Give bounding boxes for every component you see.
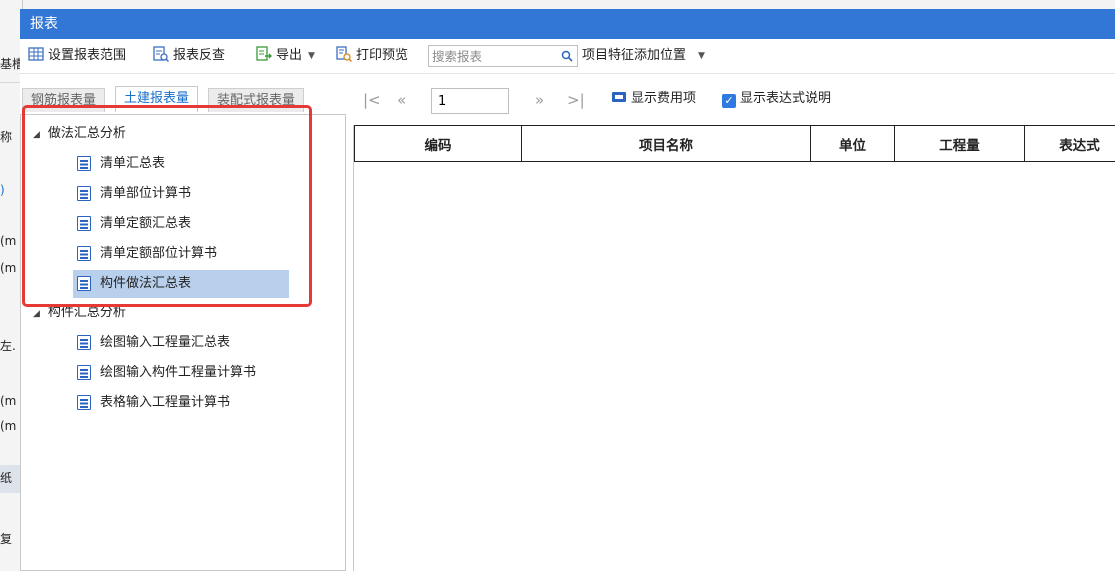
report-search-icon <box>153 46 169 62</box>
table-header-row: 编码 项目名称 单位 工程量 表达式 <box>354 125 1115 162</box>
show-fee-items-toggle[interactable]: 显示费用项 <box>611 89 696 109</box>
bg-fragment: (m <box>0 261 17 275</box>
report-doc-icon <box>77 276 91 291</box>
tree-item-label: 绘图输入工程量汇总表 <box>100 335 231 350</box>
tab-civil-report[interactable]: 土建报表量 <box>115 86 199 112</box>
bg-fragment: ) <box>0 183 5 197</box>
feature-position-label: 项目特征添加位置 <box>582 48 687 63</box>
tab-label: 土建报表量 <box>124 91 190 107</box>
report-doc-icon <box>77 365 91 380</box>
first-page-button[interactable]: |< <box>363 90 381 110</box>
tree-item-label: 绘图输入构件工程量计算书 <box>100 365 257 380</box>
reverse-check-button[interactable]: 报表反查 <box>153 46 225 66</box>
tree-item-bill-quota-location-calc[interactable]: 清单定额部位计算书 <box>73 240 289 268</box>
bg-fragment: 称 <box>0 130 13 144</box>
tree-item-label: 清单定额汇总表 <box>100 216 192 231</box>
report-doc-icon <box>77 186 91 201</box>
last-page-button[interactable]: >| <box>567 90 585 110</box>
print-preview-label: 打印预览 <box>356 48 409 63</box>
report-tree: ◢ 做法汇总分析 清单汇总表 清单部位计算书 清单定额汇总表 清单定额部位计算书 … <box>20 114 346 571</box>
tab-label: 装配式报表量 <box>217 93 296 108</box>
fee-items-icon <box>612 92 626 102</box>
prev-page-button[interactable]: « <box>397 90 406 110</box>
show-expression-desc-label: 显示表达式说明 <box>740 91 832 106</box>
tree-group-method-summary[interactable]: ◢ 做法汇总分析 <box>33 123 126 145</box>
export-button[interactable]: 导出 ▼ <box>256 46 315 66</box>
tree-item-bill-summary[interactable]: 清单汇总表 <box>73 150 289 178</box>
search-icon[interactable] <box>561 50 573 62</box>
report-doc-icon <box>77 395 91 410</box>
report-table: 编码 项目名称 单位 工程量 表达式 <box>354 125 1115 162</box>
bg-fragment: 复 <box>0 532 13 546</box>
tab-prefab-report[interactable]: 装配式报表量 <box>208 88 305 112</box>
tree-item-label: 清单汇总表 <box>100 156 166 171</box>
expand-triangle-icon[interactable]: ◢ <box>33 124 40 146</box>
range-grid-icon <box>28 47 44 61</box>
tree-item-bill-location-calc[interactable]: 清单部位计算书 <box>73 180 289 208</box>
column-header-quantity[interactable]: 工程量 <box>894 125 1025 162</box>
column-header-expression[interactable]: 表达式 <box>1024 125 1115 162</box>
checkbox-checked-icon: ✓ <box>722 94 736 108</box>
chevron-down-icon: ▼ <box>698 51 705 61</box>
pager-bar: |< « » >| 显示费用项 ✓ 显示表达式说明 <box>353 84 1115 114</box>
bg-divider <box>0 82 22 83</box>
group-label: 构件汇总分析 <box>47 305 126 320</box>
feature-position-dropdown[interactable]: 项目特征添加位置 ▼ <box>582 46 705 66</box>
column-header-unit[interactable]: 单位 <box>810 125 895 162</box>
tree-item-label: 清单部位计算书 <box>100 186 192 201</box>
page-number-input[interactable] <box>431 88 509 114</box>
tree-item-component-method-summary[interactable]: 构件做法汇总表 <box>73 270 289 298</box>
bg-fragment: (m <box>0 419 17 433</box>
group-label: 做法汇总分析 <box>47 126 126 141</box>
tree-item-label: 表格输入工程量计算书 <box>100 395 231 410</box>
column-header-item-name[interactable]: 项目名称 <box>521 125 811 162</box>
report-doc-icon <box>77 246 91 261</box>
export-icon <box>256 46 272 61</box>
tree-group-component-summary[interactable]: ◢ 构件汇总分析 <box>33 302 126 324</box>
chevron-down-icon: ▼ <box>308 51 315 61</box>
report-table-area: 编码 项目名称 单位 工程量 表达式 <box>353 125 1115 571</box>
tree-item-label: 清单定额部位计算书 <box>100 246 218 261</box>
show-fee-items-label: 显示费用项 <box>631 91 697 106</box>
column-header-code[interactable]: 编码 <box>354 125 522 162</box>
report-window: 报表 设置报表范围 报表反查 导出 ▼ 打印预览 项目特征添加位置 ▼ 钢筋报表量 … <box>20 9 1115 571</box>
tree-item-drawing-component-calc[interactable]: 绘图输入构件工程量计算书 <box>73 359 289 387</box>
bg-fragment: (m <box>0 394 17 408</box>
show-expression-desc-checkbox[interactable]: ✓ 显示表达式说明 <box>722 89 831 109</box>
set-range-label: 设置报表范围 <box>48 48 127 63</box>
report-doc-icon <box>77 156 91 171</box>
tree-item-drawing-quantity-summary[interactable]: 绘图输入工程量汇总表 <box>73 329 289 357</box>
export-label: 导出 <box>276 48 303 63</box>
window-title: 报表 <box>20 9 1115 39</box>
tab-label: 钢筋报表量 <box>31 93 97 108</box>
toolbar: 设置报表范围 报表反查 导出 ▼ 打印预览 项目特征添加位置 ▼ <box>20 39 1115 74</box>
report-tabs: 钢筋报表量 土建报表量 装配式报表量 <box>20 84 350 114</box>
report-doc-icon <box>77 216 91 231</box>
set-range-button[interactable]: 设置报表范围 <box>28 46 126 66</box>
reverse-check-label: 报表反查 <box>173 48 226 63</box>
tree-item-label: 构件做法汇总表 <box>100 276 192 291</box>
bg-fragment: 纸 <box>0 471 13 485</box>
expand-triangle-icon[interactable]: ◢ <box>33 303 40 325</box>
bg-fragment: (m <box>0 234 17 248</box>
search-input[interactable] <box>432 47 550 65</box>
search-box <box>428 45 578 67</box>
print-preview-button[interactable]: 打印预览 <box>336 46 408 66</box>
next-page-button[interactable]: » <box>535 90 544 110</box>
tree-item-bill-quota-summary[interactable]: 清单定额汇总表 <box>73 210 289 238</box>
bg-fragment: 基槽 <box>0 57 22 71</box>
tab-rebar-report[interactable]: 钢筋报表量 <box>22 88 106 112</box>
report-doc-icon <box>77 335 91 350</box>
bg-fragment: 左. <box>0 339 16 353</box>
print-preview-icon <box>336 46 352 62</box>
tree-item-table-quantity-calc[interactable]: 表格输入工程量计算书 <box>73 389 289 417</box>
